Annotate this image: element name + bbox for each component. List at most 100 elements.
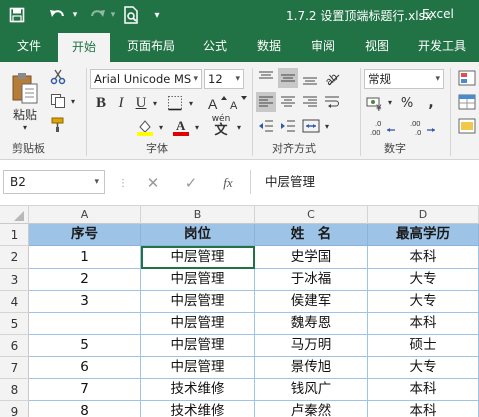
table-cell[interactable]: 7 — [29, 379, 141, 401]
tab-home[interactable]: 开始 — [58, 33, 110, 62]
redo-dropdown-icon[interactable]: ▾ — [108, 5, 118, 25]
table-cell[interactable]: 6 — [29, 357, 141, 379]
table-cell[interactable]: 中层管理 — [141, 291, 255, 313]
redo-icon[interactable] — [86, 5, 108, 25]
row-header-5[interactable]: 5 — [0, 313, 29, 335]
table-cell[interactable]: 大专 — [368, 291, 479, 313]
formula-input[interactable]: 中层管理 — [253, 170, 479, 194]
table-cell[interactable]: 本科 — [368, 246, 479, 269]
underline-dropdown-icon[interactable]: ▾ — [150, 95, 160, 111]
format-as-table-icon[interactable] — [456, 92, 478, 112]
table-cell[interactable]: 侯建军 — [255, 291, 368, 313]
tab-formulas[interactable]: 公式 — [192, 30, 238, 62]
align-center-icon[interactable] — [278, 92, 298, 112]
increase-decimal-icon[interactable]: .0.00 — [366, 116, 402, 138]
tab-page-layout[interactable]: 页面布局 — [118, 30, 184, 62]
align-middle-icon[interactable] — [278, 68, 298, 88]
column-header-b[interactable]: B — [141, 206, 255, 224]
orientation-icon[interactable]: ab — [322, 68, 342, 88]
font-name-combo[interactable]: Arial Unicode MS ▾ — [90, 69, 202, 89]
font-color-icon[interactable]: A — [170, 116, 192, 138]
table-cell[interactable]: 中层管理 — [141, 357, 255, 379]
table-cell[interactable]: 8 — [29, 401, 141, 417]
row-header-1[interactable]: 1 — [0, 224, 29, 246]
decrease-indent-icon[interactable] — [256, 116, 276, 136]
insert-function-icon[interactable]: fx — [216, 173, 240, 193]
paste-icon[interactable] — [8, 68, 42, 108]
table-cell[interactable]: 钱风广 — [255, 379, 368, 401]
customize-toolbar-icon[interactable]: ▾ — [150, 5, 164, 25]
table-cell[interactable]: 中层管理 — [141, 335, 255, 357]
phonetic-dropdown-icon[interactable]: ▾ — [234, 119, 244, 135]
row-header-2[interactable]: 2 — [0, 246, 29, 269]
borders-dropdown-icon[interactable]: ▾ — [186, 95, 196, 111]
row-header-7[interactable]: 7 — [0, 357, 29, 379]
fill-color-dropdown-icon[interactable]: ▾ — [156, 119, 166, 135]
row-header-8[interactable]: 8 — [0, 379, 29, 401]
accounting-dropdown-icon[interactable]: ▾ — [386, 94, 394, 110]
table-cell[interactable]: 大专 — [368, 357, 479, 379]
table-cell[interactable] — [29, 313, 141, 335]
table-cell[interactable]: 2 — [29, 269, 141, 291]
table-header-cell[interactable]: 最高学历 — [368, 224, 479, 246]
align-top-icon[interactable] — [256, 68, 276, 88]
tab-review[interactable]: 审阅 — [300, 30, 346, 62]
merge-dropdown-icon[interactable]: ▾ — [322, 118, 332, 134]
conditional-format-icon[interactable] — [456, 68, 478, 88]
formula-bar-splitter[interactable]: ⋮ — [118, 174, 128, 192]
increase-indent-icon[interactable] — [278, 116, 298, 136]
tab-view[interactable]: 视图 — [354, 30, 400, 62]
italic-button[interactable]: I — [112, 93, 130, 113]
comma-style-icon[interactable]: , — [420, 92, 442, 114]
number-format-combo[interactable]: 常规 ▾ — [364, 69, 444, 89]
copy-dropdown-icon[interactable]: ▾ — [68, 94, 78, 108]
table-header-cell[interactable]: 岗位 — [141, 224, 255, 246]
underline-button[interactable]: U — [132, 93, 150, 113]
format-painter-icon[interactable] — [48, 116, 68, 134]
table-cell[interactable]: 史学国 — [255, 246, 368, 269]
decrease-decimal-icon[interactable]: .00.0 — [406, 116, 442, 138]
align-right-icon[interactable] — [300, 92, 320, 112]
row-header-4[interactable]: 4 — [0, 291, 29, 313]
print-preview-icon[interactable] — [120, 5, 142, 25]
paste-button[interactable]: 粘贴 — [6, 106, 44, 122]
table-cell[interactable]: 5 — [29, 335, 141, 357]
cell-styles-icon[interactable] — [456, 116, 478, 136]
paste-dropdown-icon[interactable]: ▾ — [8, 122, 42, 132]
table-cell[interactable]: 中层管理 — [141, 269, 255, 291]
table-cell[interactable]: 3 — [29, 291, 141, 313]
name-box[interactable]: B2 ▾ — [3, 170, 105, 194]
font-size-combo[interactable]: 12 ▾ — [204, 69, 244, 89]
fill-color-icon[interactable] — [134, 116, 156, 138]
tab-developer[interactable]: 开发工具 — [408, 30, 476, 62]
undo-dropdown-icon[interactable]: ▾ — [70, 5, 80, 25]
table-cell[interactable]: 硕士 — [368, 335, 479, 357]
column-header-c[interactable]: C — [255, 206, 368, 224]
wrap-text-icon[interactable] — [322, 92, 342, 112]
table-cell[interactable]: 景传旭 — [255, 357, 368, 379]
table-cell[interactable]: 本科 — [368, 313, 479, 335]
table-cell[interactable]: 技术维修 — [141, 401, 255, 417]
table-cell[interactable]: 1 — [29, 246, 141, 269]
table-cell[interactable]: 技术维修 — [141, 379, 255, 401]
table-header-cell[interactable]: 姓 名 — [255, 224, 368, 246]
row-header-6[interactable]: 6 — [0, 335, 29, 357]
save-icon[interactable] — [6, 5, 28, 25]
column-header-a[interactable]: A — [29, 206, 141, 224]
row-header-3[interactable]: 3 — [0, 269, 29, 291]
bold-button[interactable]: B — [92, 93, 110, 113]
copy-icon[interactable] — [48, 92, 68, 110]
row-header-9[interactable]: 9 — [0, 401, 29, 417]
enter-icon[interactable]: ✓ — [180, 173, 202, 193]
table-cell[interactable]: 于冰福 — [255, 269, 368, 291]
table-cell[interactable]: 魏寿恩 — [255, 313, 368, 335]
merge-center-icon[interactable] — [300, 116, 322, 136]
tab-data[interactable]: 数据 — [246, 30, 292, 62]
percent-style-icon[interactable]: % — [396, 92, 418, 114]
table-cell[interactable]: 中层管理 — [141, 313, 255, 335]
borders-icon[interactable] — [164, 93, 186, 113]
cancel-icon[interactable]: ✕ — [142, 173, 164, 193]
cut-icon[interactable] — [48, 68, 68, 86]
column-header-d[interactable]: D — [368, 206, 479, 224]
selected-cell[interactable]: 中层管理 — [141, 246, 255, 269]
